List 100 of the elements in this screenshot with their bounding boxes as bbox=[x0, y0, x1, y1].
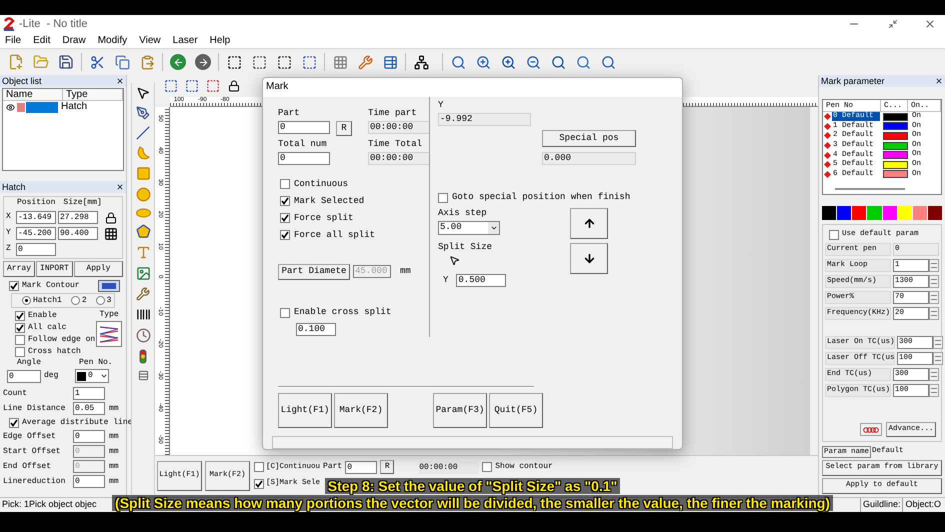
circle-icon[interactable] bbox=[136, 187, 150, 202]
radio-button[interactable] bbox=[70, 296, 80, 305]
input-field[interactable]: 0.100 bbox=[296, 322, 336, 336]
checkbox[interactable] bbox=[280, 179, 290, 190]
checkbox[interactable] bbox=[15, 335, 25, 345]
rectangle-icon[interactable] bbox=[136, 166, 150, 181]
color-swatch[interactable] bbox=[852, 206, 866, 220]
column-header[interactable]: Type bbox=[63, 89, 123, 100]
checkbox[interactable] bbox=[280, 213, 290, 224]
menu-item[interactable]: File bbox=[5, 36, 22, 46]
button[interactable]: Part Diamete bbox=[278, 264, 350, 280]
axis-step-dropdown[interactable]: 5.00 bbox=[438, 220, 500, 235]
hatch-type-icon[interactable] bbox=[96, 321, 122, 347]
close-icon[interactable] bbox=[116, 183, 124, 191]
menu-item[interactable]: Laser bbox=[172, 36, 198, 46]
color-swatch[interactable] bbox=[912, 206, 927, 220]
contour-color-button[interactable] bbox=[98, 280, 120, 292]
chain-icon[interactable] bbox=[860, 423, 882, 436]
color-swatch[interactable] bbox=[928, 206, 942, 220]
spin-control[interactable] bbox=[933, 336, 943, 348]
button[interactable]: Array bbox=[3, 261, 36, 277]
input-field[interactable]: 0.500 bbox=[456, 274, 506, 287]
input-field[interactable]: 0 bbox=[73, 430, 105, 443]
up-arrow-button[interactable] bbox=[570, 208, 608, 239]
input-field[interactable]: -45.200 bbox=[16, 226, 56, 240]
menu-item[interactable]: View bbox=[139, 36, 161, 46]
curve-shape-icon[interactable] bbox=[136, 146, 150, 160]
input-field[interactable]: 0 bbox=[73, 475, 105, 488]
polygon-icon[interactable] bbox=[136, 224, 150, 239]
button[interactable]: Special pos bbox=[542, 130, 636, 147]
spin-control[interactable] bbox=[929, 384, 940, 396]
checkbox[interactable] bbox=[15, 311, 25, 321]
button[interactable]: Apply bbox=[74, 261, 123, 277]
button[interactable]: R bbox=[336, 120, 352, 136]
checkbox[interactable] bbox=[438, 192, 448, 203]
wrench-icon[interactable] bbox=[136, 287, 150, 301]
checkbox[interactable] bbox=[280, 308, 290, 318]
down-arrow-button[interactable] bbox=[570, 242, 608, 274]
button[interactable]: R bbox=[380, 460, 394, 474]
checkbox[interactable] bbox=[15, 347, 25, 357]
lock-icon[interactable] bbox=[104, 212, 117, 224]
input-field[interactable]: 0 bbox=[278, 152, 330, 165]
input-field[interactable]: 27.298 bbox=[58, 210, 98, 224]
color-swatch[interactable] bbox=[822, 206, 836, 220]
menu-item[interactable]: Edit bbox=[33, 36, 50, 46]
pointer-icon[interactable] bbox=[136, 86, 150, 100]
input-field[interactable]: 0.05 bbox=[73, 402, 105, 415]
button[interactable]: Quit(F5) bbox=[489, 392, 543, 428]
checkbox[interactable] bbox=[254, 478, 264, 489]
color-swatch[interactable] bbox=[837, 206, 852, 220]
pen-tool-icon[interactable] bbox=[136, 106, 150, 120]
spin-control[interactable] bbox=[929, 274, 939, 288]
spin-control[interactable] bbox=[933, 352, 943, 364]
restore-icon[interactable] bbox=[888, 19, 898, 29]
input-field[interactable]: 0 bbox=[345, 460, 378, 474]
button[interactable]: Light(F1) bbox=[278, 392, 332, 428]
traffic-light-icon[interactable] bbox=[139, 349, 147, 364]
checkbox[interactable] bbox=[829, 230, 839, 240]
pen-dropdown[interactable]: 0 bbox=[75, 369, 109, 383]
image-icon[interactable] bbox=[136, 266, 150, 281]
radio-button[interactable] bbox=[22, 296, 31, 305]
clock-icon[interactable] bbox=[136, 328, 150, 343]
close-icon[interactable] bbox=[935, 77, 943, 85]
checkbox[interactable] bbox=[254, 462, 264, 472]
close-icon[interactable] bbox=[924, 18, 936, 30]
menu-item[interactable]: Help bbox=[210, 36, 230, 46]
button[interactable]: INPORT bbox=[36, 261, 73, 277]
line-icon[interactable] bbox=[136, 126, 150, 140]
column-header[interactable]: Name bbox=[3, 89, 63, 100]
checkbox[interactable] bbox=[9, 280, 19, 290]
checkbox[interactable] bbox=[482, 462, 492, 472]
input-field[interactable]: 0 bbox=[7, 370, 41, 382]
checkbox[interactable] bbox=[9, 418, 19, 428]
text-tool-icon[interactable] bbox=[136, 245, 150, 260]
input-field[interactable]: 0 bbox=[16, 242, 56, 256]
menu-item[interactable]: Modify bbox=[98, 36, 128, 46]
button[interactable]: Mark(F2) bbox=[334, 392, 388, 428]
input-field[interactable]: 90.400 bbox=[58, 226, 98, 240]
spin-control[interactable] bbox=[929, 290, 939, 304]
menu-item[interactable]: Draw bbox=[62, 36, 86, 46]
input-field[interactable]: 0 bbox=[278, 120, 330, 134]
color-swatch[interactable] bbox=[882, 206, 897, 220]
spin-control[interactable] bbox=[929, 306, 940, 320]
color-swatch[interactable] bbox=[898, 206, 912, 220]
barcode-icon[interactable] bbox=[136, 307, 150, 322]
eye-icon[interactable] bbox=[6, 102, 15, 112]
radio-button[interactable] bbox=[96, 296, 105, 305]
grid-icon[interactable] bbox=[104, 227, 118, 241]
spin-control[interactable] bbox=[929, 258, 939, 272]
button[interactable]: Param(F3) bbox=[433, 392, 487, 428]
spin-control[interactable] bbox=[929, 368, 939, 380]
color-swatch[interactable] bbox=[867, 206, 882, 220]
list-row[interactable]: Hatch bbox=[3, 101, 123, 113]
checkbox[interactable] bbox=[280, 196, 290, 206]
ellipse-icon[interactable] bbox=[136, 208, 150, 218]
checkbox[interactable] bbox=[15, 323, 25, 333]
close-icon[interactable] bbox=[116, 77, 124, 85]
input-field[interactable]: -13.649 bbox=[16, 210, 56, 224]
input-field[interactable]: 1 bbox=[73, 387, 105, 400]
checkbox[interactable] bbox=[280, 230, 290, 240]
